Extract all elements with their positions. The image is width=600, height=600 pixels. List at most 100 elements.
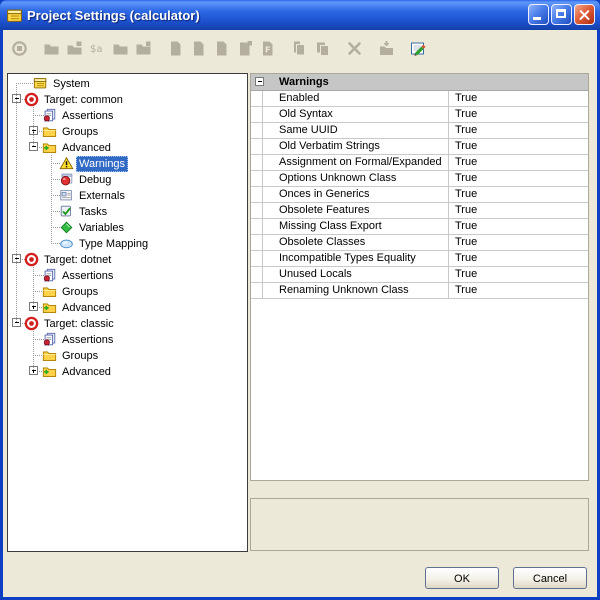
collapse-section-button[interactable]	[255, 77, 264, 86]
description-panel	[250, 498, 589, 551]
folder-toolbar-button[interactable]	[40, 37, 62, 59]
property-value[interactable]: True	[448, 139, 588, 154]
property-value[interactable]: True	[448, 251, 588, 266]
folder-move-toolbar-button[interactable]	[132, 37, 154, 59]
document-toolbar-button[interactable]	[164, 37, 186, 59]
advanced-folder-icon	[42, 363, 58, 379]
tree-item-variables[interactable]: Variables	[8, 219, 247, 235]
document-f-icon: F	[259, 40, 276, 57]
tree-item-advanced[interactable]: Advanced	[8, 299, 247, 315]
window-icon	[6, 7, 23, 24]
tree-item-assertions[interactable]: Assertions	[8, 107, 247, 123]
property-value[interactable]: True	[448, 267, 588, 282]
ok-button[interactable]: OK	[425, 567, 499, 589]
target-icon	[24, 91, 40, 107]
property-row-unused-locals[interactable]: Unused LocalsTrue	[251, 267, 588, 283]
tree-guide	[33, 331, 34, 371]
property-value[interactable]: True	[448, 203, 588, 218]
advanced-folder-icon	[42, 299, 58, 315]
property-value[interactable]: True	[448, 235, 588, 250]
tree-item-system[interactable]: System	[8, 75, 247, 91]
document2-icon	[190, 40, 207, 57]
property-row-missing-class-export[interactable]: Missing Class ExportTrue	[251, 219, 588, 235]
tree-item-assertions[interactable]: Assertions	[8, 331, 247, 347]
document-f-toolbar-button[interactable]: F	[256, 37, 278, 59]
property-row-old-syntax[interactable]: Old SyntaxTrue	[251, 107, 588, 123]
tree-item-advanced[interactable]: Advanced	[8, 363, 247, 379]
tree-item-tasks[interactable]: Tasks	[8, 203, 247, 219]
maximize-button[interactable]	[551, 4, 572, 25]
property-name: Obsolete Classes	[263, 235, 448, 250]
property-value[interactable]: True	[448, 91, 588, 106]
edit-toolbar-button[interactable]	[407, 37, 429, 59]
property-value[interactable]: True	[448, 219, 588, 234]
tree-item-assertions[interactable]: Assertions	[8, 267, 247, 283]
property-row-same-uuid[interactable]: Same UUIDTrue	[251, 123, 588, 139]
rename-toolbar-button[interactable]: $a	[86, 37, 108, 59]
tree-item-debug[interactable]: Debug	[8, 171, 247, 187]
row-gutter	[251, 91, 263, 106]
row-gutter	[251, 267, 263, 282]
property-value[interactable]: True	[448, 187, 588, 202]
tree-item-warnings[interactable]: Warnings	[8, 155, 247, 171]
tree-item-groups[interactable]: Groups	[8, 123, 247, 139]
minimize-button[interactable]	[528, 4, 549, 25]
delete-toolbar-button[interactable]	[343, 37, 365, 59]
tree-item-label: Groups	[59, 284, 101, 300]
target-icon	[24, 251, 40, 267]
tree-item-target-dotnet[interactable]: Target: dotnet	[8, 251, 247, 267]
target-icon	[24, 315, 40, 331]
window-controls	[528, 4, 595, 25]
tree-guide	[16, 83, 17, 323]
property-value[interactable]: True	[448, 107, 588, 122]
document2-toolbar-button[interactable]	[187, 37, 209, 59]
rename-icon: $a	[89, 40, 106, 57]
property-row-old-verbatim-strings[interactable]: Old Verbatim StringsTrue	[251, 139, 588, 155]
tree-item-type-mapping[interactable]: Type Mapping	[8, 235, 247, 251]
toolbar: $a F	[8, 36, 430, 60]
property-row-renaming-unknown-class[interactable]: Renaming Unknown ClassTrue	[251, 283, 588, 299]
property-row-incompatible-types-equality[interactable]: Incompatible Types EqualityTrue	[251, 251, 588, 267]
property-row-obsolete-features[interactable]: Obsolete FeaturesTrue	[251, 203, 588, 219]
tree-item-target-classic[interactable]: Target: classic	[8, 315, 247, 331]
tree-item-label: Advanced	[59, 364, 114, 380]
property-value[interactable]: True	[448, 283, 588, 298]
cancel-button[interactable]: Cancel	[513, 567, 587, 589]
close-button[interactable]	[574, 4, 595, 25]
row-gutter	[251, 139, 263, 154]
stop-circle-toolbar-button[interactable]	[8, 37, 30, 59]
property-row-assignment-on-formal-expanded[interactable]: Assignment on Formal/ExpandedTrue	[251, 155, 588, 171]
property-value[interactable]: True	[448, 171, 588, 186]
property-value[interactable]: True	[448, 123, 588, 138]
row-gutter	[251, 251, 263, 266]
document3-icon	[213, 40, 230, 57]
assertions-icon	[42, 107, 58, 123]
property-row-obsolete-classes[interactable]: Obsolete ClassesTrue	[251, 235, 588, 251]
copy-add-icon	[314, 40, 331, 57]
tree-item-externals[interactable]: Externals	[8, 187, 247, 203]
tree-item-groups[interactable]: Groups	[8, 283, 247, 299]
document3-toolbar-button[interactable]	[210, 37, 232, 59]
tree-item-groups[interactable]: Groups	[8, 347, 247, 363]
svg-text:$a: $a	[90, 44, 103, 55]
tree-guide	[33, 107, 34, 147]
copy-toolbar-button[interactable]	[288, 37, 310, 59]
property-name: Unused Locals	[263, 267, 448, 282]
property-row-onces-in-generics[interactable]: Onces in GenericsTrue	[251, 187, 588, 203]
copy-add-toolbar-button[interactable]	[311, 37, 333, 59]
folder2-toolbar-button[interactable]	[109, 37, 131, 59]
tree-item-label: Debug	[76, 172, 114, 188]
folder-icon	[42, 347, 58, 363]
tree-item-advanced[interactable]: Advanced	[8, 139, 247, 155]
property-row-options-unknown-class[interactable]: Options Unknown ClassTrue	[251, 171, 588, 187]
property-value[interactable]: True	[448, 155, 588, 170]
tree-item-target-common[interactable]: Target: common	[8, 91, 247, 107]
folder-icon	[42, 123, 58, 139]
tree-guide	[33, 267, 34, 307]
property-row-enabled[interactable]: EnabledTrue	[251, 91, 588, 107]
document-add-toolbar-button[interactable]	[233, 37, 255, 59]
property-grid: Warnings EnabledTrueOld SyntaxTrueSame U…	[250, 73, 589, 481]
import-toolbar-button[interactable]	[375, 37, 397, 59]
folder-add-toolbar-button[interactable]	[63, 37, 85, 59]
folder-move-icon	[135, 40, 152, 57]
